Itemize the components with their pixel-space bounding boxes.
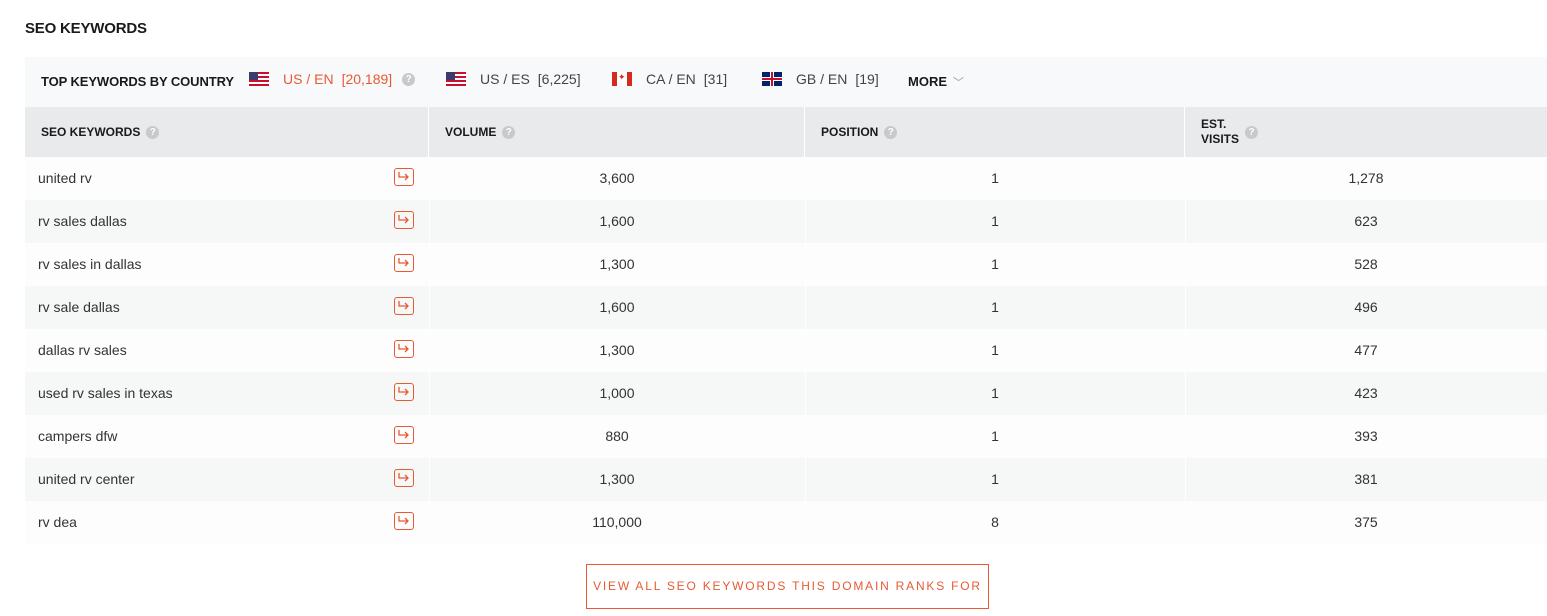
column-header-label: SEO KEYWORDS <box>41 125 141 139</box>
keyword-cell: rv sale dallas <box>38 299 120 315</box>
country-tab-us-en[interactable]: US / EN [20,189] ? <box>249 71 416 87</box>
country-tab-gb-en[interactable]: GB / EN [19] <box>762 71 879 87</box>
external-link-icon[interactable] <box>394 512 414 530</box>
position-cell: 1 <box>991 213 999 229</box>
position-cell: 1 <box>991 170 999 186</box>
help-icon[interactable]: ? <box>146 125 160 139</box>
column-header-label: VOLUME <box>445 125 497 139</box>
external-link-icon[interactable] <box>394 254 414 272</box>
visits-cell: 423 <box>1354 385 1378 401</box>
position-cell: 1 <box>991 256 999 272</box>
us-flag-icon <box>446 72 466 86</box>
column-header-visits[interactable]: EST. VISITS ? <box>1185 107 1547 157</box>
external-link-icon[interactable] <box>394 211 414 229</box>
volume-cell: 1,300 <box>599 471 635 487</box>
volume-cell: 1,300 <box>599 342 635 358</box>
keyword-cell: united rv center <box>38 471 135 487</box>
country-tab-code: GB / EN <box>796 71 848 87</box>
position-cell: 8 <box>991 514 999 530</box>
visits-cell: 381 <box>1354 471 1378 487</box>
table-row: rv dea 110,000 8 375 <box>25 501 1547 544</box>
external-link-icon[interactable] <box>394 340 414 358</box>
keyword-cell: used rv sales in texas <box>38 385 173 401</box>
column-header-label: POSITION <box>821 125 879 139</box>
us-flag-icon <box>249 72 269 86</box>
table-row: united rv 3,600 1 1,278 <box>25 157 1547 200</box>
country-bar: TOP KEYWORDS BY COUNTRY US / EN [20,189]… <box>25 57 1547 107</box>
visits-cell: 623 <box>1354 213 1378 229</box>
country-tab-code: CA / EN <box>646 71 696 87</box>
volume-cell: 880 <box>605 428 629 444</box>
country-tab-count: [19] <box>855 71 879 87</box>
position-cell: 1 <box>991 428 999 444</box>
keyword-cell: campers dfw <box>38 428 118 444</box>
volume-cell: 110,000 <box>592 514 642 530</box>
position-cell: 1 <box>991 471 999 487</box>
visits-cell: 393 <box>1354 428 1378 444</box>
table-body: united rv 3,600 1 1,278 rv sales dallas 1,600… <box>25 157 1547 544</box>
country-tab-count: [31] <box>703 71 728 87</box>
volume-cell: 3,600 <box>599 170 635 186</box>
visits-cell: 1,278 <box>1348 170 1384 186</box>
country-bar-label: TOP KEYWORDS BY COUNTRY <box>41 74 234 89</box>
country-tab-count: [6,225] <box>537 71 581 87</box>
external-link-icon[interactable] <box>394 426 414 444</box>
keyword-cell: rv sales in dallas <box>38 256 142 272</box>
table-header: SEO KEYWORDS ? VOLUME ? POSITION ? EST. V… <box>25 107 1547 158</box>
table-row: rv sales dallas 1,600 1 623 <box>25 200 1547 243</box>
visits-cell: 528 <box>1354 256 1378 272</box>
keyword-cell: rv sales dallas <box>38 213 127 229</box>
country-tab-us-es[interactable]: US / ES [6,225] <box>446 71 581 87</box>
column-header-label-line2: VISITS <box>1201 132 1240 146</box>
country-tab-code: US / ES <box>480 71 530 87</box>
help-icon[interactable]: ? <box>1245 125 1259 139</box>
volume-cell: 1,000 <box>599 385 635 401</box>
ca-flag-icon <box>612 72 632 86</box>
visits-cell: 477 <box>1354 342 1378 358</box>
volume-cell: 1,600 <box>599 213 635 229</box>
volume-cell: 1,600 <box>599 299 635 315</box>
column-header-label-line1: EST. <box>1201 117 1227 131</box>
position-cell: 1 <box>991 299 999 315</box>
keyword-cell: rv dea <box>38 514 77 530</box>
visits-cell: 375 <box>1354 514 1378 530</box>
table-row: campers dfw 880 1 393 <box>25 415 1547 458</box>
keywords-panel: TOP KEYWORDS BY COUNTRY US / EN [20,189]… <box>25 57 1547 544</box>
external-link-icon[interactable] <box>394 168 414 186</box>
keyword-cell: dallas rv sales <box>38 342 127 358</box>
table-row: rv sale dallas 1,600 1 496 <box>25 286 1547 329</box>
column-header-position[interactable]: POSITION ? <box>805 107 1185 157</box>
visits-cell: 496 <box>1354 299 1378 315</box>
more-label: MORE <box>908 74 947 89</box>
position-cell: 1 <box>991 342 999 358</box>
chevron-down-icon: ﹀ <box>953 77 964 89</box>
table-row: united rv center 1,300 1 381 <box>25 458 1547 501</box>
column-header-volume[interactable]: VOLUME ? <box>429 107 805 157</box>
more-countries-dropdown[interactable]: MORE ﹀ <box>908 74 964 90</box>
table-row: rv sales in dallas 1,300 1 528 <box>25 243 1547 286</box>
help-icon[interactable]: ? <box>502 125 516 139</box>
external-link-icon[interactable] <box>394 383 414 401</box>
country-tab-count: [20,189] <box>341 71 393 87</box>
volume-cell: 1,300 <box>599 256 635 272</box>
position-cell: 1 <box>991 385 999 401</box>
gb-flag-icon <box>762 72 782 86</box>
help-icon[interactable]: ? <box>402 72 416 86</box>
view-all-keywords-button[interactable]: VIEW ALL SEO KEYWORDS THIS DOMAIN RANKS … <box>586 564 989 609</box>
country-tab-code: US / EN <box>283 71 334 87</box>
table-row: dallas rv sales 1,300 1 477 <box>25 329 1547 372</box>
column-header-label: EST. VISITS <box>1201 117 1239 147</box>
external-link-icon[interactable] <box>394 297 414 315</box>
keyword-cell: united rv <box>38 170 92 186</box>
country-tab-ca-en[interactable]: CA / EN [31] <box>612 71 727 87</box>
section-title: SEO KEYWORDS <box>25 20 147 37</box>
help-icon[interactable]: ? <box>884 125 898 139</box>
column-header-keyword[interactable]: SEO KEYWORDS ? <box>25 107 429 157</box>
table-row: used rv sales in texas 1,000 1 423 <box>25 372 1547 415</box>
external-link-icon[interactable] <box>394 469 414 487</box>
